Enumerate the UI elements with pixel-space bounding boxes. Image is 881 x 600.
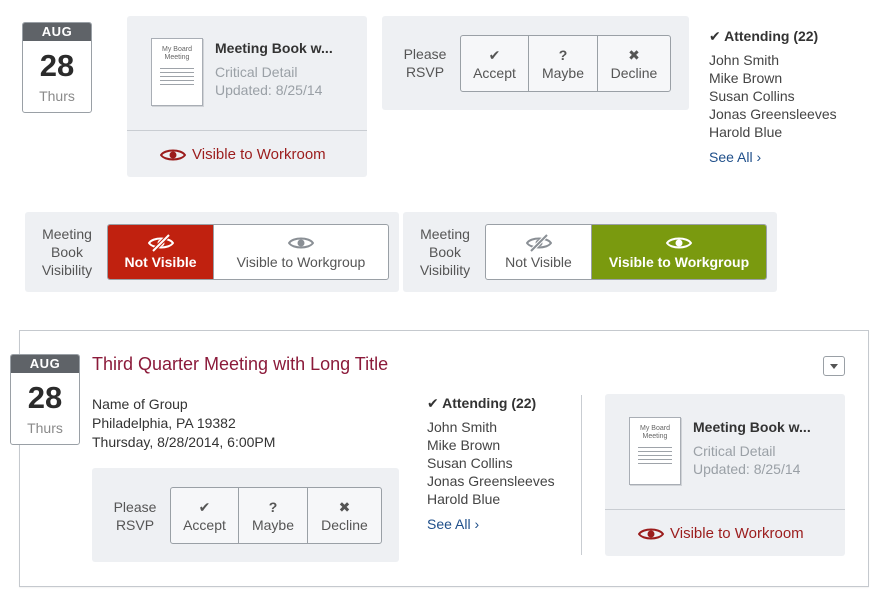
rsvp-button-group: ✔ Accept ? Maybe ✖ Decline (170, 487, 382, 544)
attendee-name: Mike Brown (709, 70, 783, 86)
document-icon: My Board Meeting (629, 417, 681, 485)
date-month: AUG (11, 355, 79, 373)
see-all-link[interactable]: See All › (427, 516, 479, 532)
attending-heading: ✔ Attending (22) (709, 28, 819, 44)
meeting-book-updated: Updated: 8/25/14 (693, 461, 801, 477)
attendee-name: Mike Brown (427, 437, 501, 453)
meeting-datetime: Thursday, 8/28/2014, 6:00PM (92, 434, 276, 450)
attendee-list: John Smith Mike Brown Susan Collins Jona… (709, 51, 837, 141)
meeting-book-title[interactable]: Meeting Book w... (215, 40, 333, 56)
meeting-book-panel[interactable]: My Board Meeting Meeting Book w... Criti… (127, 16, 367, 177)
date-month: AUG (23, 23, 91, 41)
document-icon: My Board Meeting (151, 38, 203, 106)
maybe-button[interactable]: ? Maybe (529, 36, 598, 91)
decline-button[interactable]: ✖ Decline (308, 488, 381, 543)
chevron-down-icon (830, 363, 838, 369)
meeting-location: Philadelphia, PA 19382 (92, 415, 236, 431)
eye-icon (160, 149, 186, 160)
see-all-link[interactable]: See All › (709, 149, 761, 165)
decline-button[interactable]: ✖ Decline (598, 36, 670, 91)
eye-slash-icon (525, 234, 552, 252)
eye-icon (638, 528, 664, 539)
date-badge: AUG 28 Thurs (10, 354, 80, 445)
check-icon: ✔ (427, 395, 439, 411)
attendee-name: Susan Collins (427, 455, 513, 471)
eye-icon (288, 237, 314, 249)
attendee-name: Jonas Greensleeves (709, 106, 837, 122)
meeting-info: Name of Group Philadelphia, PA 19382 Thu… (92, 395, 275, 452)
attendee-name: John Smith (427, 419, 498, 435)
divider (581, 395, 582, 555)
visibility-label: Meeting Book Visibility (419, 226, 471, 278)
check-icon: ✔ (198, 498, 211, 515)
attending-heading: ✔ Attending (22) (427, 395, 537, 411)
attendee-name: Harold Blue (427, 491, 501, 507)
accept-button[interactable]: ✔ Accept (461, 36, 529, 91)
visible-to-workroom-status: Visible to Workroom (638, 525, 804, 542)
x-icon: ✖ (628, 46, 640, 63)
check-icon: ✔ (709, 28, 721, 44)
attendee-name: Susan Collins (709, 88, 795, 104)
not-visible-button[interactable]: Not Visible (486, 225, 592, 279)
options-dropdown-button[interactable] (823, 356, 845, 376)
rsvp-button-group: ✔ Accept ? Maybe ✖ Decline (460, 35, 671, 92)
meeting-book-detail: Critical Detail (693, 443, 776, 459)
document-icon-text: My Board Meeting (162, 46, 192, 61)
check-icon: ✔ (488, 46, 501, 63)
visibility-panel-not-visible: Meeting Book Visibility Not Visible Visi… (25, 212, 399, 292)
attendee-name: Jonas Greensleeves (427, 473, 555, 489)
eye-icon (666, 237, 692, 249)
visible-to-workgroup-button[interactable]: Visible to Workgroup (592, 225, 766, 279)
visible-to-workgroup-button[interactable]: Visible to Workgroup (214, 225, 388, 279)
meeting-book-updated: Updated: 8/25/14 (215, 82, 323, 98)
document-icon-text: My Board Meeting (640, 425, 670, 440)
meeting-book-panel[interactable]: My Board Meeting Meeting Book w... Criti… (605, 394, 845, 556)
visibility-toggle-group: Not Visible Visible to Workgroup (485, 224, 767, 280)
meeting-book-detail: Critical Detail (215, 64, 298, 80)
not-visible-button[interactable]: Not Visible (108, 225, 214, 279)
rsvp-panel: Please RSVP ✔ Accept ? Maybe ✖ Decline (92, 468, 399, 562)
divider (605, 509, 845, 510)
x-icon: ✖ (338, 498, 351, 515)
visibility-toggle-group: Not Visible Visible to Workgroup (107, 224, 389, 280)
accept-button[interactable]: ✔ Accept (171, 488, 239, 543)
meeting-book-title[interactable]: Meeting Book w... (693, 419, 811, 435)
date-weekday: Thurs (27, 420, 63, 436)
date-day: 28 (39, 48, 75, 83)
visibility-panel-visible-workgroup: Meeting Book Visibility Not Visible Visi… (403, 212, 777, 292)
divider (127, 130, 367, 131)
eye-slash-icon (147, 234, 174, 252)
visible-to-workroom-label: Visible to Workroom (670, 525, 804, 542)
attendee-name: Harold Blue (709, 124, 783, 140)
attendee-list: John Smith Mike Brown Susan Collins Jona… (427, 418, 555, 508)
question-icon: ? (268, 498, 278, 515)
maybe-button[interactable]: ? Maybe (239, 488, 308, 543)
date-weekday: Thurs (39, 88, 75, 104)
rsvp-label: Please RSVP (113, 499, 157, 533)
meeting-title[interactable]: Third Quarter Meeting with Long Title (92, 354, 388, 375)
meeting-group: Name of Group (92, 396, 188, 412)
date-badge: AUG 28 Thurs (22, 22, 92, 113)
rsvp-label: Please RSVP (403, 46, 447, 80)
date-day: 28 (27, 380, 63, 415)
question-icon: ? (558, 46, 568, 63)
attendee-name: John Smith (709, 52, 780, 68)
rsvp-panel: Please RSVP ✔ Accept ? Maybe ✖ Decline (382, 16, 689, 110)
visibility-label: Meeting Book Visibility (41, 226, 93, 278)
visible-to-workroom-label: Visible to Workroom (192, 146, 326, 163)
visible-to-workroom-status: Visible to Workroom (160, 146, 326, 163)
